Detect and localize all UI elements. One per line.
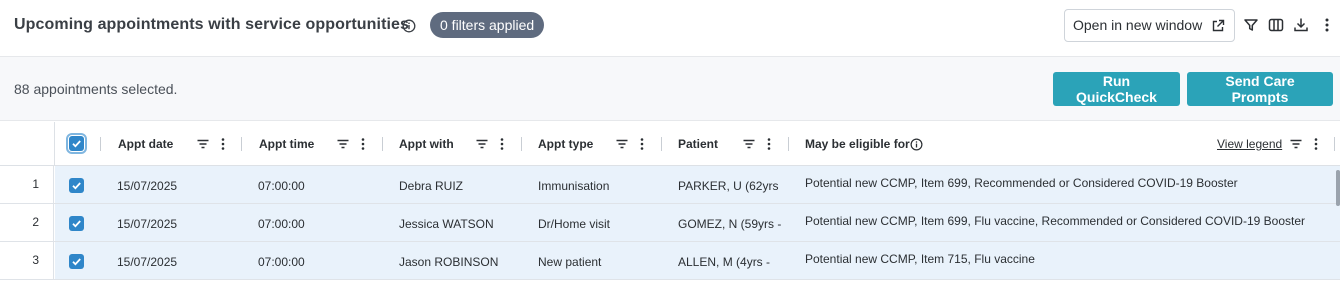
column-divider: [54, 122, 55, 166]
run-quickcheck-button[interactable]: Run QuickCheck: [1053, 72, 1180, 106]
filter-icon[interactable]: [1243, 17, 1259, 33]
send-care-prompts-button[interactable]: Send Care Prompts: [1187, 72, 1333, 106]
appt-time-cell: 07:00:00: [258, 217, 305, 231]
row-checkbox[interactable]: [69, 254, 84, 269]
open-in-new-window-button[interactable]: Open in new window: [1064, 9, 1235, 42]
check-icon: [72, 258, 81, 266]
column-menu-icon[interactable]: [356, 137, 370, 151]
sort-icon[interactable]: [742, 137, 756, 151]
columns-icon[interactable]: [1268, 17, 1284, 33]
page-header: Upcoming appointments with service oppor…: [0, 0, 1340, 57]
column-menu-icon[interactable]: [1309, 137, 1323, 151]
column-header-may-be-eligible-for[interactable]: May be eligible for: [805, 122, 910, 166]
column-header-patient[interactable]: Patient: [678, 122, 718, 166]
column-separator[interactable]: [1334, 137, 1335, 151]
appt-date-cell: 15/07/2025: [117, 217, 178, 231]
appt-type-cell: Immunisation: [538, 179, 610, 193]
filters-badge[interactable]: 0 filters applied: [430, 12, 545, 38]
column-header-appt-date[interactable]: Appt date: [118, 122, 173, 166]
patient-cell: GOMEZ, N (59yrs -: [678, 217, 782, 231]
check-icon: [72, 140, 81, 148]
appt-type-cell: New patient: [538, 255, 602, 269]
table-header: Appt date Appt time Appt with Appt type …: [0, 122, 1340, 166]
selection-count: 88 appointments selected.: [14, 81, 178, 97]
table-row[interactable]: 1 15/07/2025 07:00:00 Debra RUIZ Immunis…: [0, 166, 1340, 204]
column-header-appt-with[interactable]: Appt with: [399, 122, 454, 166]
download-icon[interactable]: [1293, 17, 1309, 33]
appt-time-cell: 07:00:00: [258, 255, 305, 269]
column-separator[interactable]: [788, 137, 789, 151]
row-index: 1: [0, 166, 54, 203]
appt-with-cell: Jason ROBINSON: [399, 255, 499, 269]
row-index: 3: [0, 242, 54, 279]
patient-cell: ALLEN, M (4yrs -: [678, 255, 771, 269]
select-all-checkbox[interactable]: [66, 133, 87, 154]
row-index: 2: [0, 204, 54, 241]
column-header-appt-time[interactable]: Appt time: [259, 122, 314, 166]
row-body[interactable]: 15/07/2025 07:00:00 Debra RUIZ Immunisat…: [55, 166, 1340, 203]
appt-with-cell: Debra RUIZ: [399, 179, 464, 193]
eligible-for-cell: Potential new CCMP, Item 699, Recommende…: [805, 176, 1238, 190]
page-title: Upcoming appointments with service oppor…: [14, 16, 410, 33]
column-separator[interactable]: [382, 137, 383, 151]
column-menu-icon[interactable]: [216, 137, 230, 151]
appt-type-cell: Dr/Home visit: [538, 217, 611, 231]
column-menu-icon[interactable]: [762, 137, 776, 151]
info-icon[interactable]: [402, 19, 416, 33]
column-header-appt-type[interactable]: Appt type: [538, 122, 593, 166]
column-menu-icon[interactable]: [495, 137, 509, 151]
table-row[interactable]: 3 15/07/2025 07:00:00 Jason ROBINSON New…: [0, 242, 1340, 280]
sort-icon[interactable]: [1289, 137, 1303, 151]
more-options-icon[interactable]: [1319, 17, 1335, 33]
column-separator[interactable]: [241, 137, 242, 151]
external-link-icon: [1212, 19, 1225, 32]
open-in-new-window-label: Open in new window: [1073, 17, 1203, 33]
column-menu-icon[interactable]: [635, 137, 649, 151]
sort-icon[interactable]: [196, 137, 210, 151]
row-body[interactable]: 15/07/2025 07:00:00 Jason ROBINSON New p…: [55, 242, 1340, 279]
table-row[interactable]: 2 15/07/2025 07:00:00 Jessica WATSON Dr/…: [0, 204, 1340, 242]
selection-bar: 88 appointments selected. Run QuickCheck…: [0, 57, 1340, 121]
sort-icon[interactable]: [336, 137, 350, 151]
info-icon[interactable]: [910, 138, 923, 151]
view-legend-link[interactable]: View legend: [1217, 122, 1282, 166]
appt-date-cell: 15/07/2025: [117, 255, 178, 269]
vertical-scrollbar[interactable]: [1336, 170, 1340, 206]
column-separator[interactable]: [521, 137, 522, 151]
row-body[interactable]: 15/07/2025 07:00:00 Jessica WATSON Dr/Ho…: [55, 204, 1340, 241]
row-checkbox[interactable]: [69, 216, 84, 231]
row-checkbox[interactable]: [69, 178, 84, 193]
column-separator[interactable]: [100, 137, 101, 151]
appt-date-cell: 15/07/2025: [117, 179, 178, 193]
sort-icon[interactable]: [615, 137, 629, 151]
appt-with-cell: Jessica WATSON: [399, 217, 494, 231]
patient-cell: PARKER, U (62yrs: [678, 179, 779, 193]
appt-time-cell: 07:00:00: [258, 179, 305, 193]
eligible-for-cell: Potential new CCMP, Item 715, Flu vaccin…: [805, 252, 1035, 266]
eligible-for-cell: Potential new CCMP, Item 699, Flu vaccin…: [805, 214, 1306, 228]
sort-icon[interactable]: [475, 137, 489, 151]
check-icon: [72, 220, 81, 228]
check-icon: [72, 182, 81, 190]
column-separator[interactable]: [661, 137, 662, 151]
